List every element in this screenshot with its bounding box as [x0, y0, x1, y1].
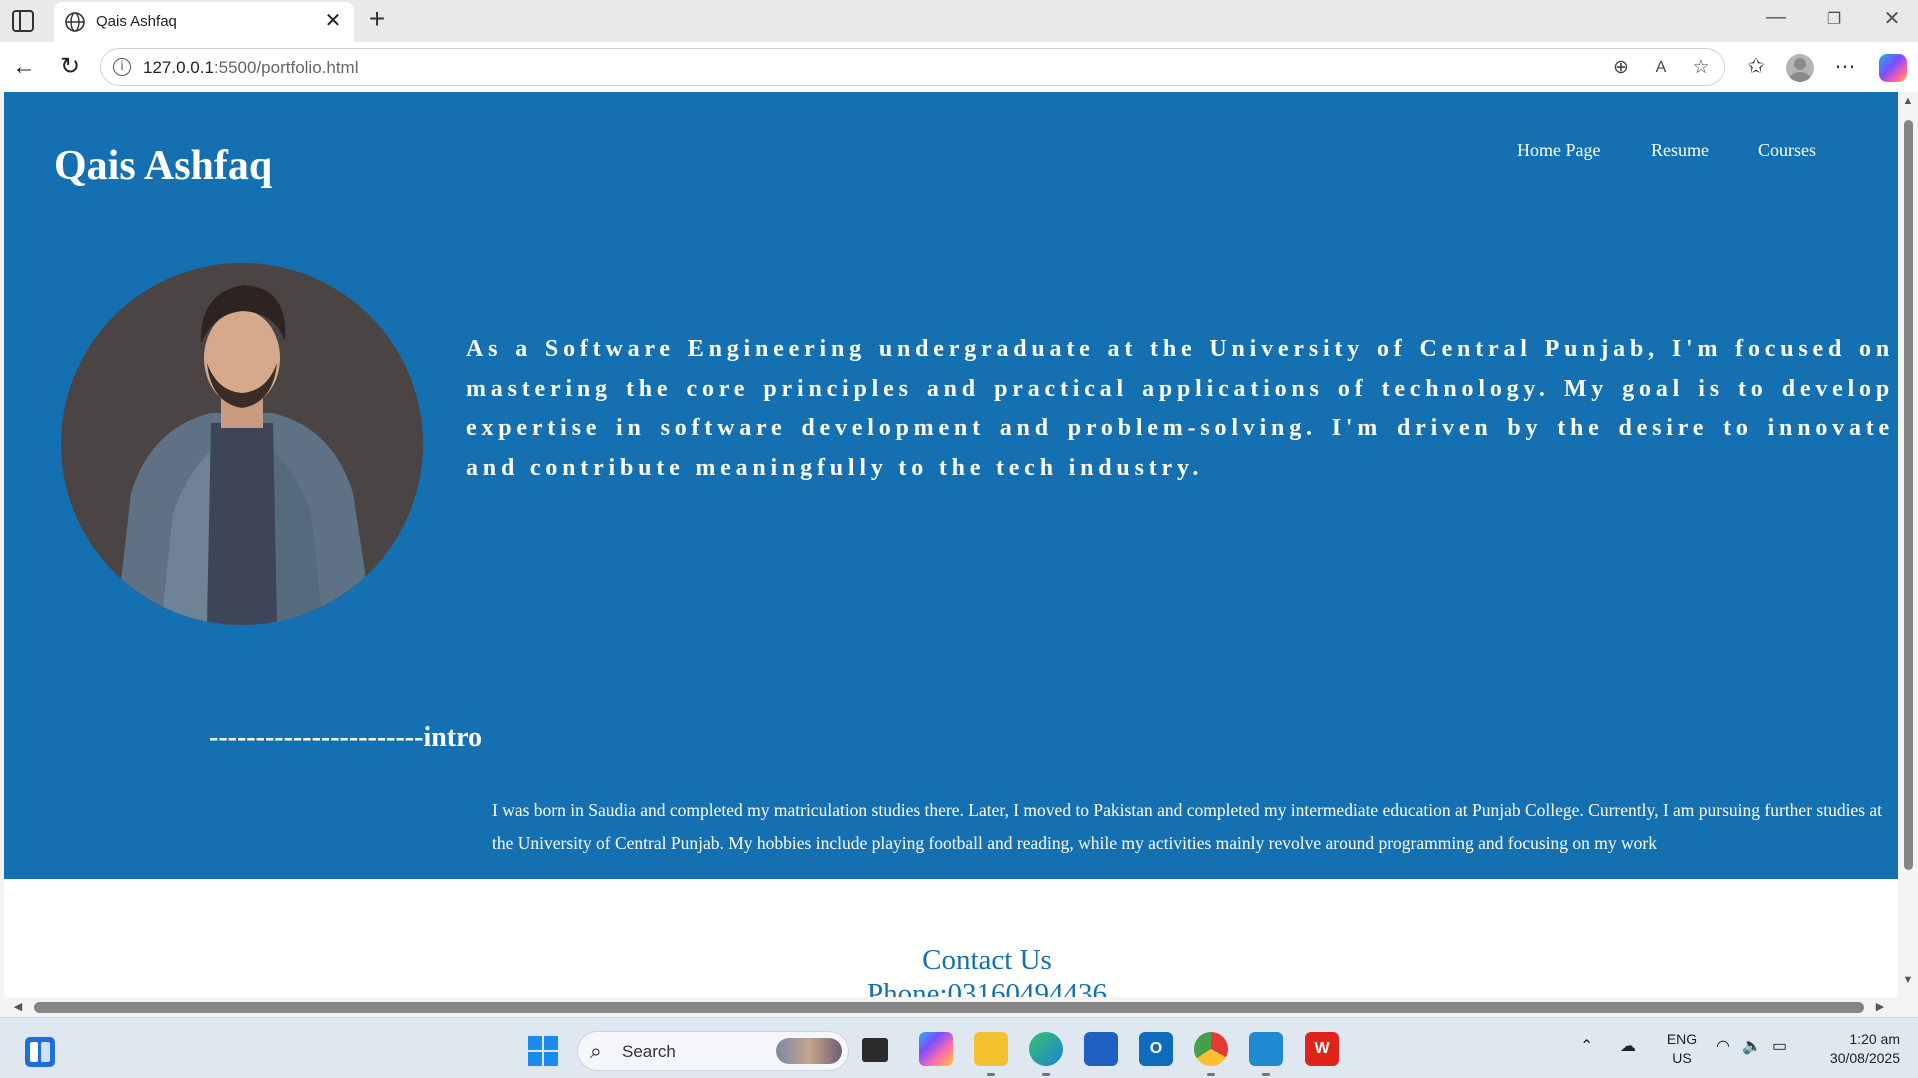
- url-path: :5500/portfolio.html: [213, 58, 359, 77]
- profile-portrait-illustration: [61, 263, 423, 625]
- wifi-icon[interactable]: ◠: [1716, 1036, 1730, 1056]
- windows-start-icon[interactable]: [528, 1036, 558, 1066]
- tagline-text: As a Software Engineering undergraduate …: [466, 336, 1894, 481]
- contact-heading: Contact Us: [922, 944, 1052, 976]
- intro-paragraph: I was born in Saudia and completed my ma…: [492, 800, 1883, 853]
- outlook-icon[interactable]: O: [1139, 1032, 1173, 1066]
- hero-section: Qais Ashfaq Home Page Resume Courses As …: [4, 92, 1898, 879]
- window-close-icon[interactable]: ✕: [1872, 6, 1912, 31]
- search-label: Search: [622, 1042, 676, 1061]
- browser-toolbar: ← ↻ i 127.0.0.1:5500/portfolio.html ⊕ A …: [0, 42, 1918, 92]
- tab-title: Qais Ashfaq: [96, 13, 177, 30]
- language-code: ENG: [1666, 1031, 1698, 1047]
- copilot-icon[interactable]: [1879, 54, 1907, 82]
- speaker-muted-icon[interactable]: 🔈: [1742, 1036, 1762, 1056]
- browser-title-bar: Qais Ashfaq ✕ + — ❐ ✕: [0, 0, 1918, 42]
- vertical-scrollbar[interactable]: ▲ ▼: [1898, 92, 1918, 1017]
- scroll-left-icon[interactable]: ◀: [8, 1000, 28, 1013]
- wps-office-icon[interactable]: W: [1305, 1032, 1339, 1066]
- zoom-icon[interactable]: ⊕: [1608, 55, 1634, 81]
- intro-heading: -----------------------intro: [209, 722, 483, 753]
- search-icon: ⌕: [590, 1040, 602, 1063]
- clock-date: 30/08/2025: [1829, 1050, 1900, 1066]
- running-indicator: [1207, 1073, 1215, 1076]
- microsoft-store-icon[interactable]: [1084, 1032, 1118, 1066]
- read-aloud-icon[interactable]: A: [1648, 55, 1674, 81]
- tab-actions-icon[interactable]: [12, 10, 34, 32]
- close-tab-icon[interactable]: ✕: [320, 8, 346, 33]
- refresh-icon[interactable]: ↻: [53, 50, 87, 84]
- battery-icon[interactable]: ▭: [1772, 1036, 1787, 1056]
- favorites-icon[interactable]: ✩: [1741, 52, 1771, 82]
- chrome-icon[interactable]: [1194, 1032, 1228, 1066]
- horizontal-scrollbar[interactable]: ◀ ▶: [4, 997, 1898, 1017]
- cloud-offline-icon[interactable]: ☁: [1620, 1036, 1636, 1056]
- clock-time: 1:20 am: [1849, 1031, 1900, 1047]
- scroll-up-icon[interactable]: ▲: [1898, 95, 1918, 107]
- taskbar-search[interactable]: ⌕ Search: [577, 1031, 849, 1071]
- vscode-icon[interactable]: [1249, 1032, 1283, 1066]
- running-indicator: [1262, 1073, 1270, 1076]
- copilot-app-icon[interactable]: [919, 1032, 953, 1066]
- more-options-icon[interactable]: ⋯: [1830, 52, 1860, 82]
- nav-courses[interactable]: Courses: [1758, 140, 1816, 161]
- profile-avatar-icon[interactable]: [1786, 54, 1814, 82]
- clock[interactable]: 1:20 am 30/08/2025: [1810, 1030, 1900, 1068]
- new-tab-icon[interactable]: +: [362, 3, 392, 35]
- task-view-icon[interactable]: [862, 1038, 888, 1062]
- url-host: 127.0.0.1: [143, 58, 214, 77]
- scroll-right-icon[interactable]: ▶: [1870, 1000, 1890, 1013]
- page-viewport: Qais Ashfaq Home Page Resume Courses As …: [4, 92, 1898, 1017]
- language-indicator[interactable]: ENG US: [1662, 1030, 1702, 1068]
- restore-icon[interactable]: ❐: [1814, 9, 1854, 29]
- url-text[interactable]: 127.0.0.1:5500/portfolio.html: [143, 58, 359, 78]
- browser-tab[interactable]: Qais Ashfaq ✕: [54, 2, 354, 42]
- vertical-scroll-thumb[interactable]: [1904, 120, 1913, 870]
- profile-photo: [61, 263, 423, 625]
- scroll-down-icon[interactable]: ▼: [1898, 974, 1918, 986]
- address-bar[interactable]: i 127.0.0.1:5500/portfolio.html ⊕ A ☆: [100, 48, 1725, 86]
- favorite-star-icon[interactable]: ☆: [1688, 55, 1714, 81]
- running-indicator: [1042, 1073, 1050, 1076]
- file-explorer-icon[interactable]: [974, 1032, 1008, 1066]
- chevron-up-icon[interactable]: ⌃: [1580, 1036, 1593, 1056]
- back-arrow-icon[interactable]: ←: [7, 50, 41, 84]
- minimize-icon[interactable]: —: [1756, 6, 1796, 29]
- widgets-icon[interactable]: [25, 1037, 55, 1067]
- site-title: Qais Ashfaq: [54, 143, 273, 189]
- running-indicator: [987, 1073, 995, 1076]
- region-code: US: [1672, 1050, 1692, 1066]
- edge-browser-icon[interactable]: [1029, 1032, 1063, 1066]
- globe-icon: [65, 12, 85, 32]
- site-info-icon[interactable]: i: [113, 58, 131, 76]
- nav-home-page[interactable]: Home Page: [1517, 140, 1600, 161]
- nav-resume[interactable]: Resume: [1651, 140, 1709, 161]
- search-highlight-image: [776, 1038, 842, 1064]
- windows-taskbar: ⌕ Search O W ⌃ ☁ ENG US ◠ 🔈 ▭ 1:20 am 30…: [0, 1017, 1918, 1078]
- horizontal-scroll-thumb[interactable]: [34, 1002, 1864, 1013]
